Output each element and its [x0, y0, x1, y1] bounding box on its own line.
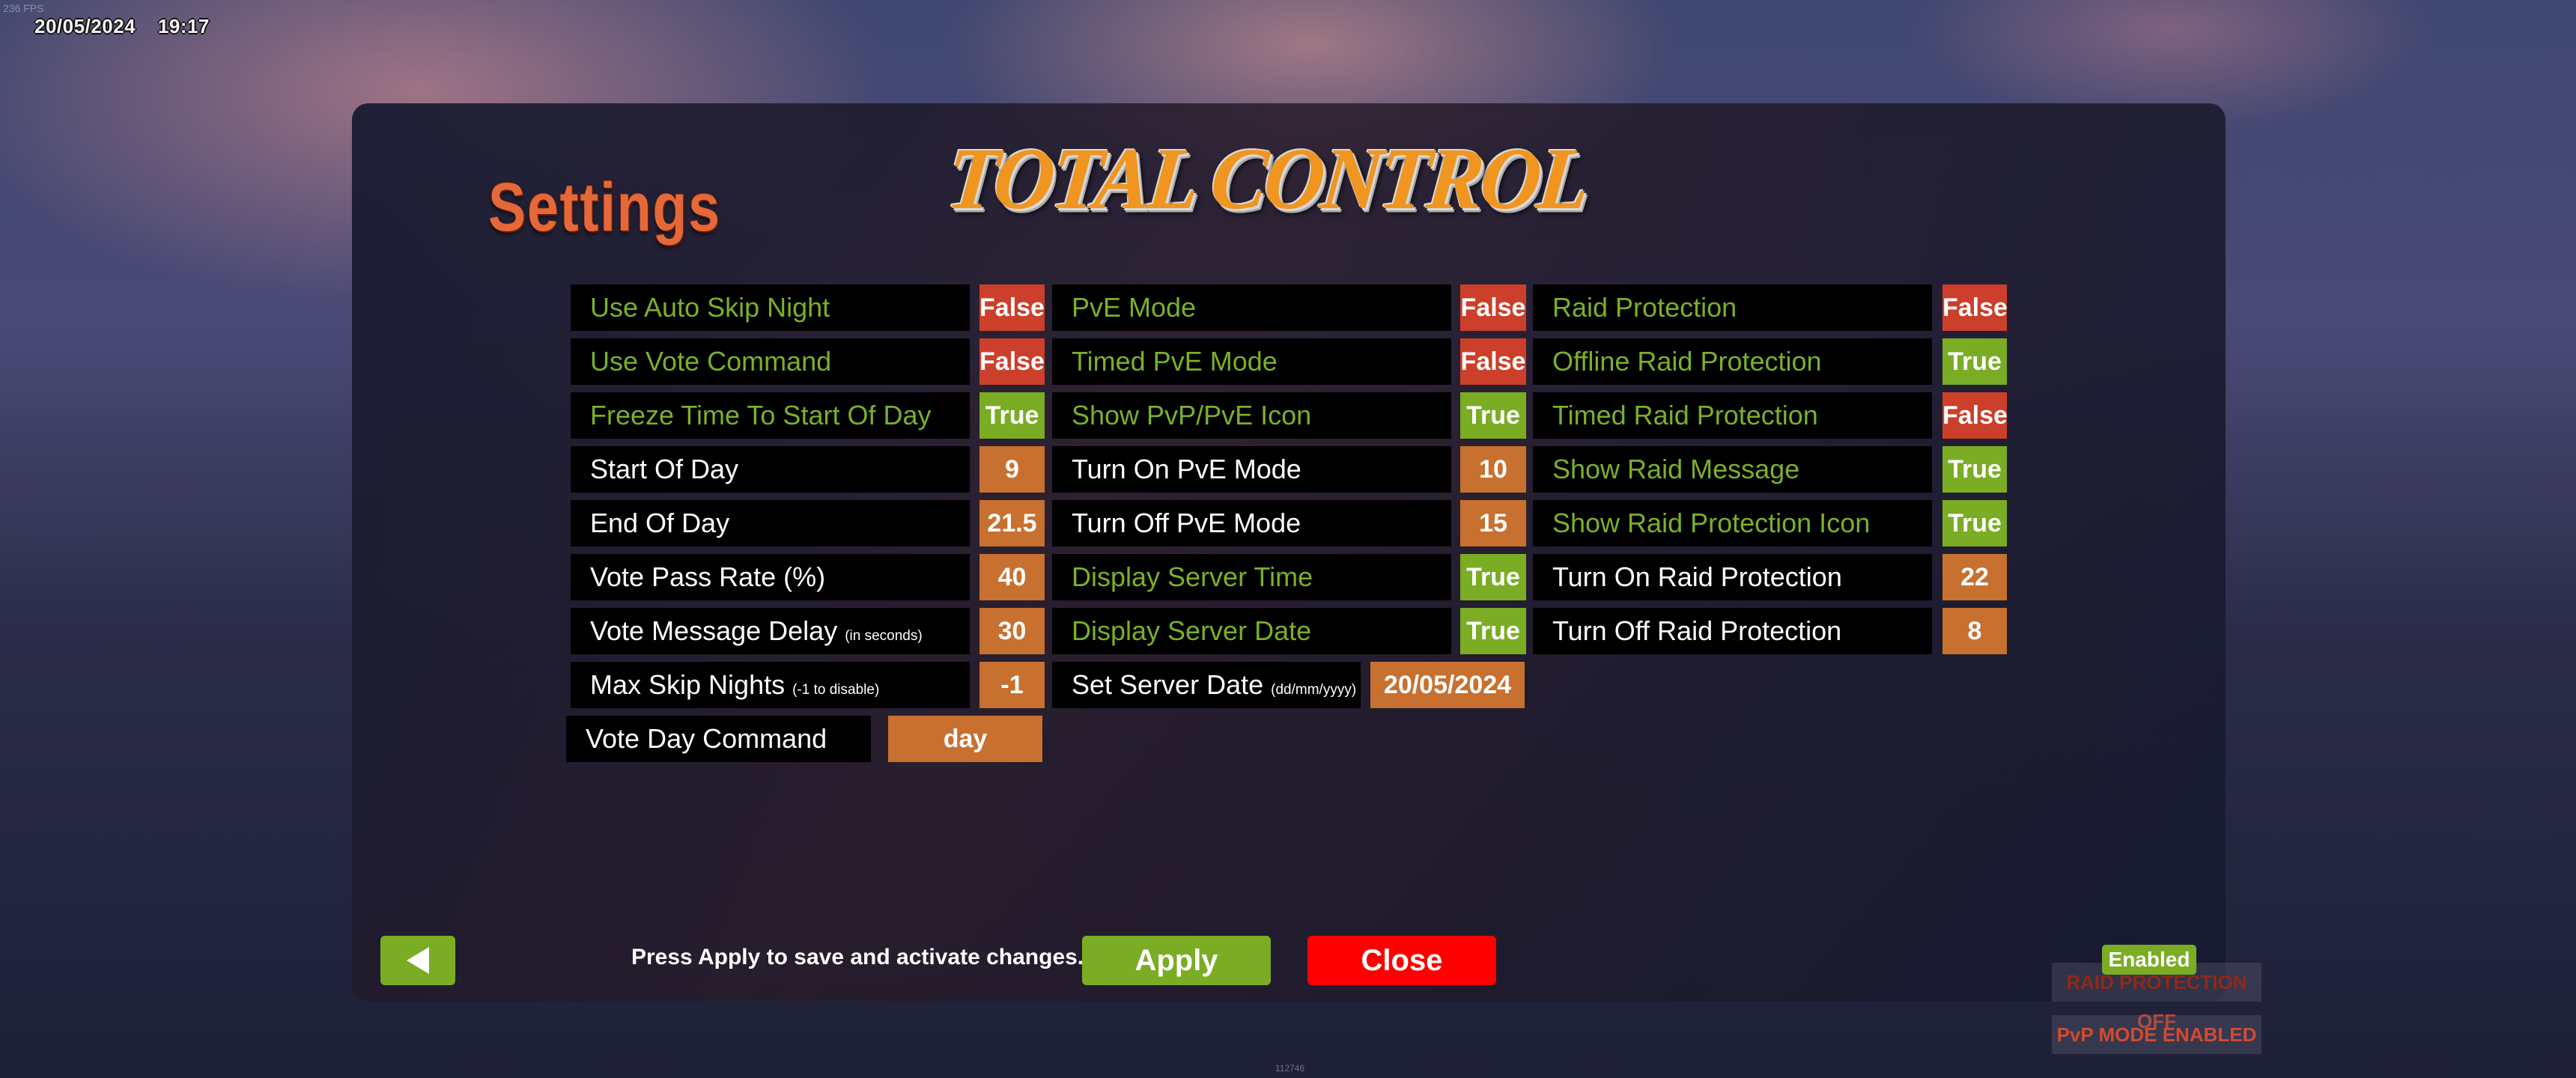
setting-label-text: Display Server Time [1072, 561, 1313, 592]
setting-label-text: Freeze Time To Start Of Day [590, 400, 932, 430]
enabled-badge: Enabled [2102, 945, 2196, 975]
setting-value-input[interactable]: 21.5 [979, 500, 1045, 546]
setting-label: Timed Raid Protection [1533, 392, 1932, 439]
setting-value-input[interactable]: day [888, 716, 1042, 762]
setting-label-note: (in seconds) [845, 628, 923, 644]
setting-label-text: Turn On Raid Protection [1552, 561, 1842, 592]
setting-label: Show Raid Message [1533, 446, 1932, 493]
setting-value-input[interactable]: 10 [1460, 446, 1526, 493]
setting-label: Display Server Time [1052, 554, 1451, 600]
setting-label-text: Show Raid Message [1552, 454, 1800, 484]
setting-label-text: Show Raid Protection Icon [1552, 508, 1871, 538]
setting-label: Vote Message Delay (in seconds) [571, 608, 970, 654]
fps-counter: 236 FPS [3, 2, 44, 14]
setting-toggle[interactable]: True [1942, 338, 2007, 385]
setting-value-input[interactable]: -1 [979, 662, 1045, 708]
build-code: 112746 [1275, 1063, 1305, 1074]
setting-label: Turn Off PvE Mode [1052, 500, 1451, 546]
setting-label-text: Timed Raid Protection [1552, 400, 1818, 430]
setting-label: Show Raid Protection Icon [1533, 500, 1932, 546]
setting-label-text: Vote Pass Rate (%) [590, 561, 826, 592]
setting-label: Turn On Raid Protection [1533, 554, 1932, 600]
total-control-logo: TOTAL CONTROL [942, 130, 1592, 228]
setting-toggle[interactable]: False [1460, 338, 1526, 385]
clock-time: 19:17 [157, 15, 210, 37]
setting-toggle[interactable]: True [1460, 608, 1526, 654]
setting-toggle[interactable]: True [979, 392, 1045, 439]
setting-label-text: Turn On PvE Mode [1072, 454, 1301, 484]
setting-toggle[interactable]: True [1460, 554, 1526, 600]
setting-label: Turn Off Raid Protection [1533, 608, 1932, 654]
apply-hint: Press Apply to save and activate changes… [631, 945, 1084, 969]
setting-label-text: Turn Off PvE Mode [1072, 508, 1301, 538]
setting-label-text: Display Server Date [1072, 615, 1312, 646]
setting-label-text: Set Server Date [1072, 669, 1264, 700]
setting-label: Show PvP/PvE Icon [1052, 392, 1451, 439]
setting-label: Vote Pass Rate (%) [571, 554, 970, 600]
page-title: Settings [488, 169, 721, 246]
setting-value-input[interactable]: 15 [1460, 500, 1526, 546]
setting-label: Freeze Time To Start Of Day [571, 392, 970, 439]
setting-label-text: Show PvP/PvE Icon [1072, 400, 1312, 430]
setting-label: End Of Day [571, 500, 970, 546]
setting-label: Use Auto Skip Night [571, 284, 970, 331]
setting-label: Offline Raid Protection [1533, 338, 1932, 385]
setting-value-input[interactable]: 20/05/2024 [1370, 662, 1525, 708]
setting-label: Use Vote Command [571, 338, 970, 385]
setting-label: Start Of Day [571, 446, 970, 493]
setting-label-text: End Of Day [590, 508, 730, 538]
setting-label-text: Raid Protection [1552, 292, 1737, 323]
setting-label: Set Server Date (dd/mm/yyyy) [1052, 662, 1361, 708]
setting-toggle[interactable]: True [1460, 392, 1526, 439]
pvp-mode-status: PvP MODE ENABLED [2052, 1015, 2261, 1054]
setting-toggle[interactable]: False [1942, 392, 2008, 439]
setting-label-text: Offline Raid Protection [1552, 346, 1822, 377]
setting-label-note: (-1 to disable) [792, 682, 880, 698]
clock-date: 20/05/2024 [34, 15, 136, 37]
setting-toggle[interactable]: False [1460, 284, 1526, 331]
setting-value-input[interactable]: 22 [1942, 554, 2007, 600]
setting-label: Max Skip Nights (-1 to disable) [571, 662, 970, 708]
setting-label: Timed PvE Mode [1052, 338, 1451, 385]
close-button[interactable]: Close [1307, 936, 1496, 985]
setting-label: PvE Mode [1052, 284, 1451, 331]
setting-label-text: Vote Message Delay [590, 615, 838, 646]
setting-label-note: (dd/mm/yyyy) [1271, 682, 1357, 698]
setting-label: Turn On PvE Mode [1052, 446, 1451, 493]
setting-label-text: Timed PvE Mode [1072, 346, 1278, 377]
setting-label-text: Max Skip Nights [590, 669, 786, 700]
setting-label-text: Start Of Day [590, 454, 739, 484]
setting-label: Raid Protection [1533, 284, 1932, 331]
setting-label-text: Vote Day Command [586, 723, 827, 754]
setting-value-input[interactable]: 40 [979, 554, 1045, 600]
back-button[interactable] [380, 936, 455, 985]
apply-button[interactable]: Apply [1082, 936, 1271, 985]
setting-label-text: Use Vote Command [590, 346, 832, 377]
setting-label: Display Server Date [1052, 608, 1451, 654]
setting-toggle[interactable]: False [979, 284, 1045, 331]
setting-label-text: Turn Off Raid Protection [1552, 615, 1842, 646]
setting-label-text: PvE Mode [1072, 292, 1197, 323]
setting-label-text: Use Auto Skip Night [590, 292, 830, 323]
setting-toggle[interactable]: True [1942, 500, 2007, 546]
triangle-left-icon [407, 947, 429, 975]
setting-label: Vote Day Command [566, 716, 871, 762]
setting-toggle[interactable]: False [1942, 284, 2008, 331]
server-clock: 20/05/2024 19:17 [34, 15, 210, 38]
setting-toggle[interactable]: False [979, 338, 1045, 385]
setting-value-input[interactable]: 8 [1942, 608, 2007, 654]
setting-value-input[interactable]: 9 [979, 446, 1045, 493]
setting-value-input[interactable]: 30 [979, 608, 1045, 654]
setting-toggle[interactable]: True [1942, 446, 2007, 493]
